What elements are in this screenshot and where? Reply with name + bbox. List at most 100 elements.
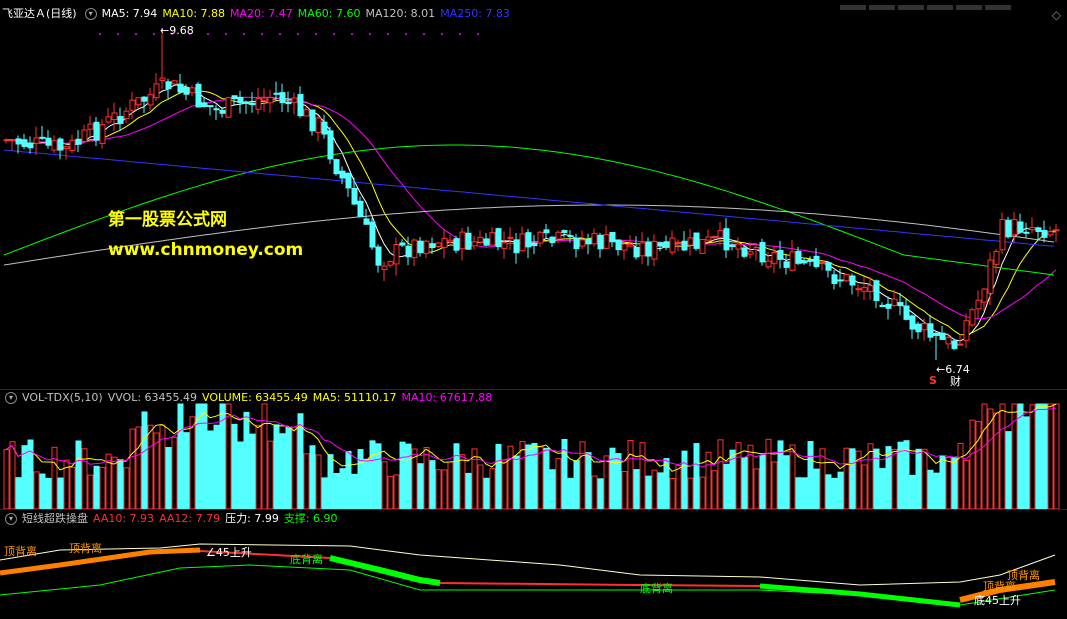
candle-body bbox=[129, 99, 136, 111]
volume-bar bbox=[567, 477, 574, 510]
signal-dot bbox=[333, 33, 335, 35]
candle-body bbox=[159, 77, 166, 81]
volume-bar bbox=[333, 472, 340, 510]
signal-dot bbox=[459, 33, 461, 35]
volume-bar bbox=[555, 458, 562, 510]
candle-body bbox=[831, 274, 838, 284]
volume-chart[interactable] bbox=[0, 390, 1067, 510]
volume-bar bbox=[753, 468, 760, 510]
signal-dot bbox=[243, 33, 245, 35]
signal-dot bbox=[135, 33, 137, 35]
candle-body bbox=[705, 236, 712, 241]
aa-green-band bbox=[759, 583, 961, 608]
candle-body bbox=[141, 96, 148, 102]
volume-bar bbox=[993, 412, 1000, 510]
volume-bar bbox=[867, 443, 874, 510]
volume-bar bbox=[327, 454, 334, 510]
volume-bar bbox=[465, 472, 472, 510]
candle-body bbox=[3, 139, 10, 142]
candle-body bbox=[405, 245, 412, 258]
volume-bar bbox=[537, 446, 544, 510]
volume-bar bbox=[33, 471, 40, 510]
volume-bar bbox=[951, 456, 958, 510]
volume-pane[interactable]: ▾ VOL-TDX(5,10) VVOL: 63455.49 VOLUME: 6345… bbox=[0, 390, 1067, 510]
signal-dot bbox=[153, 33, 155, 35]
candle-body bbox=[915, 323, 922, 333]
candle-body bbox=[183, 87, 190, 95]
candle-body bbox=[783, 261, 790, 268]
high-price-label: ←9.68 bbox=[160, 24, 194, 37]
volume-bar bbox=[243, 411, 250, 510]
volume-bar bbox=[549, 469, 556, 510]
price-chart[interactable] bbox=[0, 0, 1067, 390]
signal-dot bbox=[225, 33, 227, 35]
volume-header: ▾ VOL-TDX(5,10) VVOL: 63455.49 VOLUME: 6345… bbox=[2, 390, 502, 406]
candle-body bbox=[861, 287, 868, 292]
volume-bar bbox=[483, 477, 490, 510]
volume-bar bbox=[213, 424, 220, 510]
candle-body bbox=[735, 243, 742, 250]
indicator-pane[interactable]: ▾ 短线超跌操盘 AA10: 7.93 AA12: 7.79 压力: 7.99 支撑: 6… bbox=[0, 510, 1067, 619]
candle-body bbox=[723, 228, 730, 251]
volume-bar bbox=[135, 426, 142, 510]
candle-body bbox=[81, 129, 88, 143]
volume-bar bbox=[687, 477, 694, 510]
candle-body bbox=[309, 109, 316, 132]
signal-label-bottom2: 底背离 bbox=[640, 582, 673, 595]
candle-body bbox=[777, 250, 784, 260]
volume-bar bbox=[981, 403, 988, 510]
candle-body bbox=[153, 83, 160, 99]
candle-body bbox=[177, 83, 184, 93]
candle-body bbox=[927, 323, 934, 338]
volume-bar bbox=[267, 440, 274, 510]
volume-bar bbox=[201, 403, 208, 510]
volume-bar bbox=[477, 464, 484, 510]
candle-body bbox=[825, 262, 832, 271]
candle-body bbox=[9, 139, 16, 142]
candle-body bbox=[573, 237, 580, 250]
volume-bar bbox=[435, 469, 442, 510]
candle-body bbox=[213, 108, 220, 111]
candle-body bbox=[933, 332, 940, 336]
candle-body bbox=[495, 228, 502, 248]
candle-body bbox=[381, 265, 388, 271]
finance-marker[interactable]: 财 bbox=[950, 373, 961, 389]
candle-body bbox=[819, 262, 826, 265]
volume-bar bbox=[129, 428, 136, 510]
volume-bar bbox=[657, 472, 664, 510]
volume-bar bbox=[75, 440, 82, 510]
signal-dot bbox=[99, 33, 101, 35]
candle-body bbox=[945, 336, 952, 345]
indicator-name[interactable]: 短线超跌操盘 bbox=[22, 512, 88, 525]
candle-body bbox=[99, 124, 106, 144]
candle-body bbox=[999, 219, 1006, 251]
settings-circle-icon[interactable]: ▾ bbox=[5, 513, 17, 525]
candle-body bbox=[711, 236, 718, 239]
stock-title[interactable]: 飞亚达Ａ(日线) bbox=[2, 7, 77, 20]
volume-bar bbox=[57, 477, 64, 510]
volume-bar bbox=[789, 444, 796, 510]
price-pane[interactable]: 飞亚达Ａ(日线) ▾ MA5: 7.94 MA10: 7.88 MA20: 7.47 MA… bbox=[0, 0, 1067, 390]
volume-bar bbox=[93, 465, 100, 510]
candle-body bbox=[51, 140, 58, 151]
volume-bar bbox=[189, 416, 196, 510]
candle-body bbox=[975, 299, 982, 310]
volume-bar bbox=[81, 448, 88, 510]
settings-circle-icon[interactable]: ▾ bbox=[5, 392, 17, 404]
volume-bar bbox=[759, 454, 766, 510]
volume-bar bbox=[159, 424, 166, 510]
volume-bar bbox=[807, 441, 814, 510]
candle-body bbox=[117, 116, 124, 124]
settings-circle-icon[interactable]: ▾ bbox=[84, 8, 97, 20]
expand-diamond-icon[interactable]: ◇ bbox=[1052, 8, 1061, 22]
candle-body bbox=[459, 231, 466, 250]
volume-bar bbox=[909, 474, 916, 510]
candle-body bbox=[243, 101, 250, 104]
candle-body bbox=[219, 109, 226, 114]
volume-bar bbox=[771, 461, 778, 510]
candle-body bbox=[759, 242, 766, 263]
volume-bar bbox=[519, 441, 526, 510]
volume-bar bbox=[225, 403, 232, 510]
volume-indicator-name[interactable]: VOL-TDX(5,10) bbox=[22, 391, 103, 404]
candle-body bbox=[579, 239, 586, 247]
